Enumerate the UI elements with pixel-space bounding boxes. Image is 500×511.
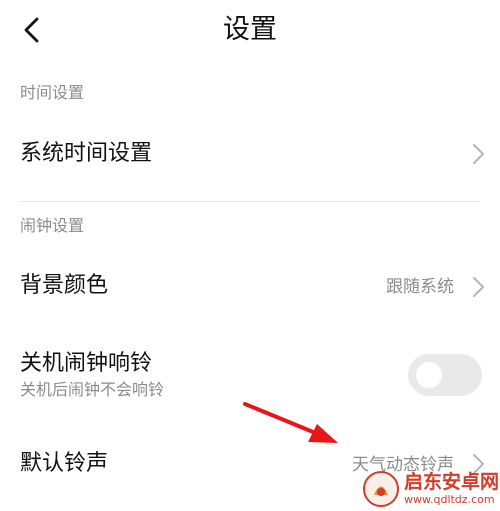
row-system-time[interactable]: 系统时间设置 — [0, 118, 500, 190]
chevron-right-icon — [473, 144, 484, 164]
row-label: 默认铃声 — [20, 451, 109, 476]
shutdown-alarm-toggle[interactable] — [408, 354, 482, 396]
chevron-right-icon — [473, 277, 484, 297]
row-shutdown-alarm: 关机闹钟响铃 关机后闹钟不会响铃 — [0, 338, 500, 414]
section-title-time: 时间设置 — [20, 83, 85, 102]
header-bar: 设置 — [0, 0, 500, 62]
row-sublabel: 关机后闹钟不会响铃 — [20, 380, 165, 399]
watermark: 启东安卓网 www.qdltdz.com — [362, 469, 500, 509]
row-value: 跟随系统 — [386, 277, 454, 297]
row-label: 背景颜色 — [20, 273, 109, 298]
row-background-color[interactable]: 背景颜色 跟随系统 — [0, 250, 500, 322]
page-title: 设置 — [223, 14, 277, 45]
section-title-alarm: 闹钟设置 — [20, 216, 85, 235]
row-label: 关机闹钟响铃 — [20, 351, 153, 376]
watermark-logo-icon — [363, 471, 399, 507]
toggle-knob — [416, 362, 442, 388]
row-label: 系统时间设置 — [20, 141, 153, 166]
section-divider — [20, 201, 480, 202]
watermark-url: www.qdltdz.com — [404, 493, 495, 506]
watermark-name: 启东安卓网 — [404, 471, 500, 493]
